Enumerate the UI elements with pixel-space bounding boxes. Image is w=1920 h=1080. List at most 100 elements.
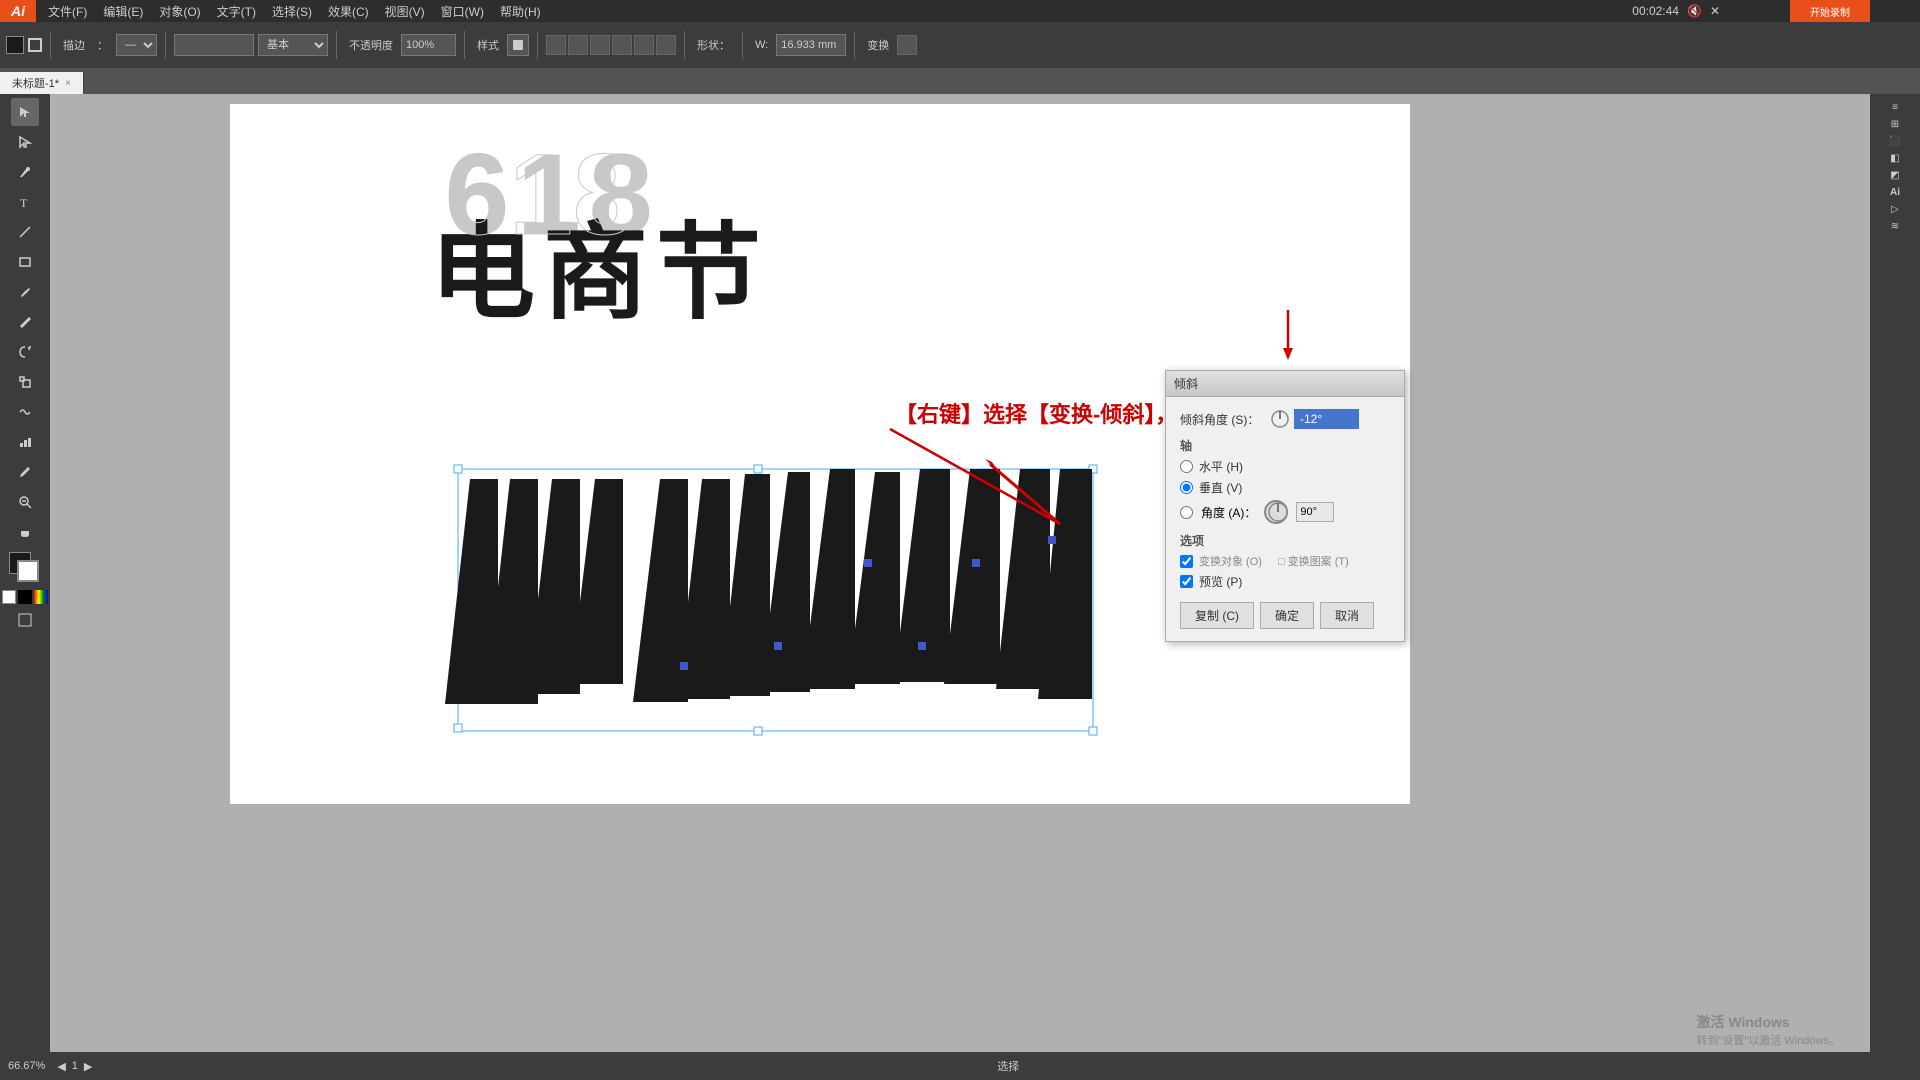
horizontal-radio[interactable] xyxy=(1180,460,1193,473)
stroke-color[interactable] xyxy=(28,38,42,52)
right-icon-6[interactable]: Ai xyxy=(1890,187,1900,198)
white-swatch[interactable] xyxy=(2,590,16,604)
align-btn-6[interactable] xyxy=(656,35,676,55)
hand-tool[interactable] xyxy=(11,518,39,546)
angle-circle[interactable] xyxy=(1264,500,1288,524)
right-icon-7[interactable]: ▷ xyxy=(1891,204,1899,215)
zoom-out[interactable]: ◀ xyxy=(57,1060,65,1073)
transform-options[interactable] xyxy=(897,35,917,55)
align-tools xyxy=(546,35,676,55)
align-btn-1[interactable] xyxy=(546,35,566,55)
vertical-radio[interactable] xyxy=(1180,481,1193,494)
right-icon-4[interactable]: ◧ xyxy=(1890,153,1899,164)
stroke-label: 描边 xyxy=(59,35,89,55)
right-icon-8[interactable]: ≋ xyxy=(1891,221,1899,232)
handle-bl[interactable] xyxy=(454,724,462,732)
menu-text[interactable]: 文字(T) xyxy=(209,1,264,22)
align-btn-5[interactable] xyxy=(634,35,654,55)
align-btn-4[interactable] xyxy=(612,35,632,55)
align-btn-3[interactable] xyxy=(590,35,610,55)
record-button[interactable]: 开始录制 xyxy=(1790,0,1870,22)
menu-window[interactable]: 窗口(W) xyxy=(433,1,492,22)
axis-label: 轴 xyxy=(1180,437,1390,454)
ok-button[interactable]: 确定 xyxy=(1260,602,1314,629)
anchor-4[interactable] xyxy=(774,642,782,650)
profile-type[interactable]: 基本 xyxy=(258,34,328,56)
scale-tool[interactable] xyxy=(11,368,39,396)
preview-checkbox[interactable] xyxy=(1180,575,1193,588)
angle-radio[interactable] xyxy=(1180,506,1193,519)
anchor-5[interactable] xyxy=(680,662,688,670)
opacity-input[interactable] xyxy=(401,34,456,56)
copy-button[interactable]: 复制 (C) xyxy=(1180,602,1254,629)
select-tool[interactable] xyxy=(11,98,39,126)
profile-selector[interactable] xyxy=(174,34,254,56)
column-graph-tool[interactable] xyxy=(11,428,39,456)
handle-br[interactable] xyxy=(1089,727,1097,735)
width-input[interactable] xyxy=(776,34,846,56)
menu-help[interactable]: 帮助(H) xyxy=(492,1,549,22)
dialog-title-bar[interactable]: 倾斜 xyxy=(1166,371,1404,397)
pen-tool[interactable] xyxy=(11,158,39,186)
tab-close-btn[interactable]: × xyxy=(65,78,71,89)
anchor-1[interactable] xyxy=(864,559,872,567)
svg-text:T: T xyxy=(20,196,28,209)
color-swatches xyxy=(2,590,48,604)
anchor-2[interactable] xyxy=(972,559,980,567)
document-tab[interactable]: 未标题-1* × xyxy=(0,72,84,94)
style-label: 样式 xyxy=(473,35,503,55)
type-tool[interactable]: T xyxy=(11,188,39,216)
rotate-tool[interactable] xyxy=(11,338,39,366)
anchor-3[interactable] xyxy=(918,642,926,650)
zoom-level[interactable]: 66.67% xyxy=(8,1060,45,1072)
pencil-tool[interactable] xyxy=(11,308,39,336)
fill-stroke-colors[interactable] xyxy=(9,552,41,584)
style-icon[interactable] xyxy=(507,34,529,56)
menu-object[interactable]: 对象(O) xyxy=(151,1,208,22)
black-swatch[interactable] xyxy=(18,590,32,604)
app-logo: Ai xyxy=(0,0,36,22)
close-icon[interactable]: ✕ xyxy=(1710,4,1720,18)
zoom-in[interactable]: ▶ xyxy=(84,1060,92,1073)
right-icon-5[interactable]: ◩ xyxy=(1890,170,1899,181)
speaker-icon[interactable]: 🔇 xyxy=(1687,4,1702,18)
handle-tl[interactable] xyxy=(454,465,462,473)
zoom-tool[interactable] xyxy=(11,488,39,516)
warp-tool[interactable] xyxy=(11,398,39,426)
menu-effect[interactable]: 效果(C) xyxy=(320,1,377,22)
menubar: Ai 文件(F) 编辑(E) 对象(O) 文字(T) 选择(S) 效果(C) 视… xyxy=(0,0,1920,22)
angle-row: 角度 (A)： xyxy=(1180,500,1390,524)
shear-angle-label: 倾斜角度 (S)： xyxy=(1180,411,1270,428)
line-tool[interactable] xyxy=(11,218,39,246)
angle-input[interactable] xyxy=(1296,502,1334,522)
canvas-area: 618 xyxy=(50,94,1870,1052)
rect-tool[interactable] xyxy=(11,248,39,276)
stroke-dropdown[interactable]: — xyxy=(116,34,157,56)
menu-view[interactable]: 视图(V) xyxy=(377,1,433,22)
direct-select-tool[interactable] xyxy=(11,128,39,156)
right-icon-1[interactable]: ≡ xyxy=(1892,102,1898,113)
align-btn-2[interactable] xyxy=(568,35,588,55)
right-icon-3[interactable]: ⬛ xyxy=(1889,136,1901,147)
text-618-outline: 618 xyxy=(445,131,637,259)
shear-angle-input[interactable] xyxy=(1294,409,1359,429)
menu-edit[interactable]: 编辑(E) xyxy=(95,1,151,22)
menu-file[interactable]: 文件(F) xyxy=(40,1,95,22)
artboard-tool[interactable] xyxy=(11,606,39,634)
dialog-title-text: 倾斜 xyxy=(1174,375,1198,392)
anchor-6[interactable] xyxy=(1048,536,1056,544)
cancel-button[interactable]: 取消 xyxy=(1320,602,1374,629)
option2-label: □ 变换图案 (T) xyxy=(1278,553,1349,569)
fill-color[interactable] xyxy=(6,36,24,54)
eyedropper-tool[interactable] xyxy=(11,458,39,486)
tab-title: 未标题-1* xyxy=(12,75,59,91)
handle-bc[interactable] xyxy=(754,727,762,735)
gradient-swatch[interactable] xyxy=(34,590,48,604)
right-icon-2[interactable]: ⊞ xyxy=(1891,119,1899,130)
option1-checkbox[interactable] xyxy=(1180,555,1193,568)
paintbrush-tool[interactable] xyxy=(11,278,39,306)
menu-select[interactable]: 选择(S) xyxy=(264,1,320,22)
handle-tc[interactable] xyxy=(754,465,762,473)
left-toolbar: T xyxy=(0,94,50,1052)
preview-label: 预览 (P) xyxy=(1199,573,1242,590)
